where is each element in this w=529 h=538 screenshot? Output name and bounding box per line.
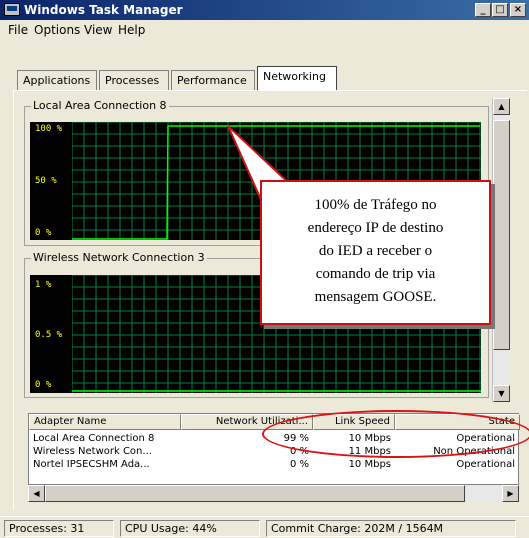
annotation-ellipse <box>262 410 529 458</box>
adapter-name: Nortel IPSECSHM Ada... <box>33 459 150 470</box>
column-adapter-name[interactable]: Adapter Name <box>29 414 181 430</box>
callout-box: 100% de Tráfego no endereço IP de destin… <box>260 180 491 325</box>
scroll-right-button[interactable]: ▶ <box>502 485 519 502</box>
status-cpu-usage: CPU Usage: 44% <box>120 520 260 537</box>
adapter-state: Operational <box>456 459 515 470</box>
status-bar: Processes: 31 CPU Usage: 44% Commit Char… <box>0 516 529 538</box>
adapter-name: Local Area Connection 8 <box>33 433 155 444</box>
adapter-utilization: 0 % <box>289 459 309 470</box>
table-row[interactable]: Nortel IPSECSHM Ada... 0 % 10 Mbps Opera… <box>29 459 520 472</box>
status-commit-charge: Commit Charge: 202M / 1564M <box>266 520 516 537</box>
callout-line-1: 100% de Tráfego no <box>314 197 437 213</box>
status-processes: Processes: 31 <box>4 520 114 537</box>
scroll-left-button[interactable]: ◀ <box>28 485 45 502</box>
scroll-h-thumb[interactable] <box>45 485 465 502</box>
callout-line-3: do IED a receber o <box>318 243 433 259</box>
adapter-name: Wireless Network Con... <box>33 446 152 457</box>
callout-line-2: endereço IP de destino <box>307 220 444 236</box>
callout-line-5: mensagem GOOSE. <box>314 289 437 305</box>
adapter-speed: 10 Mbps <box>348 459 391 470</box>
callout-line-4: comando de trip via <box>315 266 436 282</box>
horizontal-scrollbar[interactable]: ◀ ▶ <box>28 485 519 502</box>
